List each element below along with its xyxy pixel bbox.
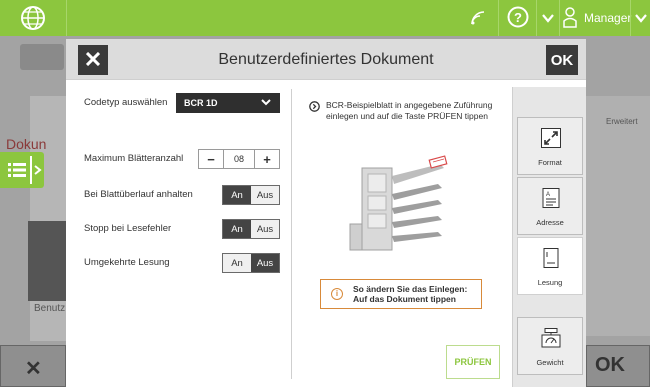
read-error-stop-toggle: An Aus bbox=[222, 219, 280, 239]
scale-icon bbox=[541, 328, 561, 348]
pruefen-button[interactable]: PRÜFEN bbox=[446, 345, 500, 379]
background-right-panel bbox=[586, 96, 650, 336]
info-text-line-1: So ändern Sie das Einlegen: bbox=[353, 284, 468, 294]
info-box: i So ändern Sie das Einlegen: Auf das Do… bbox=[320, 279, 482, 309]
dialog-title: Benutzerdefiniertes Dokument bbox=[218, 51, 434, 68]
chevron-down-icon bbox=[261, 99, 271, 106]
document-icon bbox=[543, 248, 559, 268]
info-text: So ändern Sie das Einlegen: Auf das Doku… bbox=[353, 284, 467, 304]
tab-adresse[interactable]: A Adresse bbox=[517, 177, 583, 235]
help-icon[interactable]: ? bbox=[507, 6, 529, 28]
dialog-header: Benutzerdefiniertes Dokument OK bbox=[66, 39, 586, 80]
background-cancel-button: ✕ bbox=[0, 345, 66, 387]
custom-document-dialog: Benutzerdefiniertes Dokument OK Codetyp … bbox=[66, 39, 586, 387]
address-document-icon: A bbox=[542, 188, 560, 208]
codetyp-select[interactable]: BCR 1D bbox=[176, 93, 280, 113]
svg-text:A: A bbox=[546, 192, 550, 198]
user-icon[interactable] bbox=[563, 7, 577, 29]
background-erweitert-label: Erweitert bbox=[606, 117, 638, 126]
overflow-stop-toggle: An Aus bbox=[222, 185, 280, 205]
overflow-on-option[interactable]: An bbox=[223, 186, 251, 204]
chevron-right-icon bbox=[34, 165, 42, 175]
read-error-on-option[interactable]: An bbox=[223, 220, 251, 238]
max-sheets-stepper: − 08 + bbox=[198, 149, 280, 169]
top-bar: ? Manager bbox=[0, 0, 650, 36]
expand-arrows-icon bbox=[541, 128, 561, 148]
settings-tabs: Format A Adresse Lesung Gewicht bbox=[512, 87, 586, 387]
user-label[interactable]: Manager bbox=[584, 11, 631, 25]
feeder-machine-image[interactable] bbox=[348, 154, 468, 254]
read-error-stop-label: Stopp bei Lesefehler bbox=[84, 223, 172, 234]
side-menu-tab[interactable] bbox=[0, 152, 44, 188]
vertical-divider bbox=[291, 89, 292, 379]
background-ok-button: OK bbox=[586, 345, 650, 387]
background-benutz-label: Benutz bbox=[34, 303, 66, 314]
svg-text:?: ? bbox=[514, 10, 522, 25]
chevron-circle-icon bbox=[309, 101, 320, 112]
tab-adresse-label: Adresse bbox=[536, 218, 564, 227]
reverse-on-option[interactable]: An bbox=[223, 254, 251, 272]
tab-format-label: Format bbox=[538, 158, 562, 167]
reverse-reading-label: Umgekehrte Lesung bbox=[84, 257, 170, 268]
globe-icon[interactable] bbox=[20, 5, 46, 31]
overflow-stop-label: Bei Blattüberlauf anhalten bbox=[84, 189, 193, 200]
decrement-button[interactable]: − bbox=[199, 150, 223, 168]
increment-button[interactable]: + bbox=[255, 150, 279, 168]
list-icon bbox=[8, 163, 26, 177]
background-card bbox=[28, 221, 68, 301]
reverse-off-option[interactable]: Aus bbox=[251, 254, 279, 272]
wifi-icon bbox=[471, 11, 485, 25]
max-sheets-value: 08 bbox=[223, 150, 255, 168]
chevron-down-icon[interactable] bbox=[634, 12, 648, 24]
tab-gewicht[interactable]: Gewicht bbox=[517, 317, 583, 375]
codetyp-label: Codetyp auswählen bbox=[84, 97, 168, 108]
reverse-reading-toggle: An Aus bbox=[222, 253, 280, 273]
ok-button[interactable]: OK bbox=[546, 45, 578, 75]
read-error-off-option[interactable]: Aus bbox=[251, 220, 279, 238]
overflow-off-option[interactable]: Aus bbox=[251, 186, 279, 204]
instruction-text: BCR-Beispielblatt in angegebene Zuführun… bbox=[326, 100, 493, 121]
chevron-down-icon[interactable] bbox=[541, 12, 555, 24]
tab-gewicht-label: Gewicht bbox=[536, 358, 564, 367]
info-text-line-2: Auf das Dokument tippen bbox=[353, 294, 456, 304]
background-doc-label: Dokun bbox=[6, 136, 47, 152]
tab-format[interactable]: Format bbox=[517, 117, 583, 175]
codetyp-value: BCR 1D bbox=[184, 98, 218, 108]
info-icon: i bbox=[331, 288, 343, 300]
tab-lesung-label: Lesung bbox=[537, 278, 563, 287]
max-sheets-label: Maximum Blätteranzahl bbox=[84, 153, 184, 164]
tab-lesung[interactable]: Lesung bbox=[517, 237, 583, 295]
background-back-tab bbox=[20, 44, 64, 70]
